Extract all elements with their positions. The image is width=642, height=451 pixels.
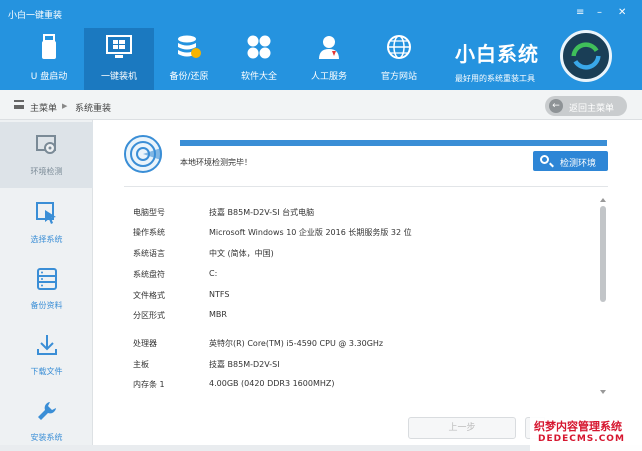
close-button[interactable]: ✕ — [618, 8, 626, 18]
sidebar-item-environment-check[interactable]: 环境检测 — [0, 122, 93, 188]
scan-progress-bar — [180, 140, 607, 146]
toolbar-item-support[interactable]: 人工服务 — [294, 28, 364, 90]
menu-icon-button[interactable]: ≡ — [576, 8, 584, 18]
brand: 小白系统 最好用的系统重装工具 — [455, 38, 539, 84]
brand-logo-icon — [560, 30, 612, 82]
info-row: 主板 技嘉 B85M-D2V-SI — [133, 359, 593, 373]
info-row: 分区形式 MBR — [133, 310, 593, 324]
brand-name: 小白系统 — [455, 42, 539, 66]
breadcrumb-separator-icon: ▶ — [62, 102, 68, 110]
support-person-icon — [319, 36, 339, 59]
toolbar-item-usb-boot[interactable]: U 盘启动 — [14, 28, 84, 90]
sidebar: 环境检测 选择系统 备份资料 下载文件 安装系统 — [0, 120, 93, 451]
info-row: 文件格式 NTFS — [133, 290, 593, 304]
info-key: 操作系统 — [133, 228, 165, 237]
toolbar-item-website[interactable]: 官方网站 — [364, 28, 434, 90]
toolbar-item-one-click-install[interactable]: 一键装机 — [84, 28, 154, 90]
sidebar-item-install-system[interactable]: 安装系统 — [0, 388, 93, 451]
info-key: 文件格式 — [133, 291, 165, 300]
sidebar-item-label: 下载文件 — [30, 367, 63, 376]
backup-database-icon — [178, 35, 201, 58]
info-row: 系统盘符 C: — [133, 269, 593, 283]
back-arrow-icon: ← — [549, 99, 563, 113]
title-bar: 小白一键重装 ≡ – ✕ — [0, 0, 642, 26]
info-value: 英特尔(R) Core(TM) i5-4590 CPU @ 3.30GHz — [209, 339, 384, 348]
scrollbar-thumb[interactable] — [600, 206, 606, 302]
divider — [124, 186, 608, 187]
toolbar-item-label: 官方网站 — [380, 72, 417, 82]
search-icon — [540, 155, 549, 164]
breadcrumb-current: 系统重装 — [75, 104, 112, 114]
toolbar-item-label: 备份/还原 — [169, 72, 209, 82]
toolbar-item-label: U 盘启动 — [30, 72, 68, 82]
sidebar-item-download-files[interactable]: 下载文件 — [0, 322, 93, 388]
app-title: 小白一键重装 — [8, 11, 63, 21]
breadcrumb-root[interactable]: 主菜单 — [30, 101, 57, 114]
info-value: 4.00GB (0420 DDR3 1600MHZ) — [209, 379, 335, 388]
info-key: 分区形式 — [133, 311, 165, 320]
install-wrench-icon — [38, 402, 56, 420]
scroll-up-arrow-icon[interactable] — [600, 198, 606, 202]
globe-icon — [387, 35, 411, 59]
info-key: 处理器 — [133, 339, 157, 348]
sidebar-item-label: 选择系统 — [30, 235, 63, 244]
sidebar-item-backup-data[interactable]: 备份资料 — [0, 256, 93, 322]
info-row: 系统语言 中文 (简体，中国) — [133, 248, 593, 262]
info-key: 系统盘符 — [133, 270, 165, 279]
scroll-down-arrow-icon[interactable] — [600, 390, 606, 394]
sidebar-item-label: 环境检测 — [30, 167, 63, 176]
info-value: MBR — [209, 310, 227, 319]
toolbar-item-label: 一键装机 — [100, 72, 137, 82]
info-key: 主板 — [133, 360, 149, 369]
info-value: 中文 (简体，中国) — [209, 249, 274, 258]
back-button-label: 返回主菜单 — [569, 104, 615, 114]
info-value: NTFS — [209, 290, 230, 299]
apps-grid-icon — [247, 35, 271, 59]
environment-check-icon — [36, 135, 56, 154]
toolbar-item-label: 软件大全 — [240, 72, 277, 82]
watermark-url: DEDECMS.COM — [538, 434, 625, 444]
info-key: 电脑型号 — [133, 208, 165, 217]
previous-step-button[interactable]: 上一步 — [408, 417, 516, 439]
info-value: 技嘉 B85M-D2V-SI — [209, 360, 280, 369]
detect-environment-button[interactable]: 检测环境 — [533, 151, 608, 171]
menu-icon — [14, 100, 24, 109]
watermark: 织梦内容管理系统 DEDECMS.COM — [530, 417, 642, 451]
usb-drive-icon — [42, 34, 56, 59]
disk-scan-icon — [124, 135, 163, 173]
select-system-icon — [36, 202, 56, 224]
main-toolbar: U 盘启动 一键装机 备份/还原 软件大全 人工服务 官方网站 — [14, 28, 434, 90]
info-value: 技嘉 B85M-D2V-SI 台式电脑 — [209, 208, 315, 217]
windows-install-icon — [106, 35, 132, 58]
toolbar-item-backup-restore[interactable]: 备份/还原 — [154, 28, 224, 90]
info-row: 处理器 英特尔(R) Core(TM) i5-4590 CPU @ 3.30GH… — [133, 338, 593, 352]
info-row: 电脑型号 技嘉 B85M-D2V-SI 台式电脑 — [133, 207, 593, 221]
minimize-button[interactable]: – — [597, 8, 602, 18]
back-to-main-button[interactable]: ← 返回主菜单 — [545, 96, 627, 116]
sidebar-item-select-system[interactable]: 选择系统 — [0, 190, 93, 256]
info-key: 内存条 1 — [133, 380, 165, 389]
toolbar-item-software[interactable]: 软件大全 — [224, 28, 294, 90]
download-icon — [37, 335, 57, 355]
sidebar-item-label: 备份资料 — [30, 301, 63, 310]
detect-button-label: 检测环境 — [560, 159, 597, 169]
info-key: 系统语言 — [133, 249, 165, 258]
info-row: 操作系统 Microsoft Windows 10 企业版 2016 长期服务版… — [133, 227, 593, 241]
scan-status-text: 本地环境检测完毕！ — [180, 158, 252, 167]
sidebar-item-label: 安装系统 — [30, 433, 63, 442]
info-value: C: — [209, 269, 218, 278]
brand-slogan: 最好用的系统重装工具 — [455, 74, 535, 83]
backup-data-icon — [37, 268, 57, 290]
watermark-title: 织梦内容管理系统 — [534, 420, 622, 433]
info-value: Microsoft Windows 10 企业版 2016 长期服务版 32 位 — [209, 228, 412, 237]
info-row: 内存条 1 4.00GB (0420 DDR3 1600MHZ) — [133, 379, 593, 393]
toolbar-item-label: 人工服务 — [310, 72, 347, 82]
